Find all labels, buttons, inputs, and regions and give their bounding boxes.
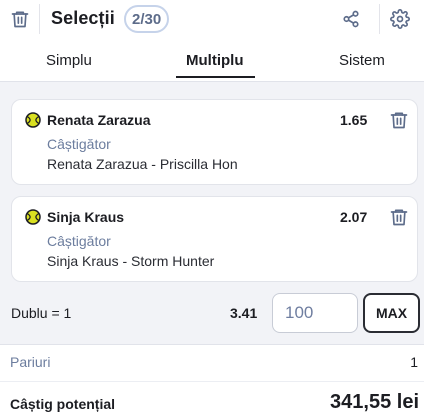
- potential-win-value: 341,55 lei: [330, 391, 419, 413]
- selection-odds: 2.07: [340, 209, 368, 225]
- potential-win-label: Câștig potențial: [10, 396, 116, 412]
- selection-card: Sinja Kraus 2.07 Câștigător Sinja Kraus …: [11, 196, 418, 282]
- selection-odds: 1.65: [340, 112, 368, 128]
- remove-selection-trash-icon[interactable]: [389, 207, 409, 227]
- selection-market: Câștigător: [47, 136, 111, 152]
- bet-type-tabs: Simplu Multiplu Sistem: [0, 38, 424, 82]
- tennis-ball-icon: [25, 112, 41, 128]
- selection-card: Renata Zarazua 1.65 Câștigător Renata Za…: [11, 99, 418, 185]
- stake-row: Dublu = 1 3.41 MAX: [0, 288, 424, 338]
- header-divider: [379, 4, 380, 34]
- bets-count-label: Pariuri: [10, 354, 51, 370]
- active-tab-indicator: [176, 76, 255, 78]
- bets-count-value: 1: [410, 354, 418, 370]
- selection-count-badge: 2/30: [124, 5, 170, 33]
- total-odds: 3.41: [230, 305, 258, 321]
- share-icon[interactable]: [340, 8, 362, 30]
- max-stake-button[interactable]: MAX: [363, 293, 420, 333]
- betslip-header: Selecții 2/30: [0, 0, 424, 38]
- trash-icon[interactable]: [9, 8, 31, 30]
- stake-input[interactable]: [272, 293, 358, 333]
- tennis-ball-icon: [25, 209, 41, 225]
- selection-player: Renata Zarazua: [47, 112, 151, 128]
- summary-divider: [0, 381, 424, 382]
- tabs-divider: [0, 81, 424, 82]
- bet-summary: Pariuri 1 Câștig potențial 341,55 lei: [0, 344, 424, 416]
- page-title: Selecții: [51, 8, 115, 28]
- bet-combination-label: Dublu = 1: [11, 305, 72, 321]
- selection-event: Renata Zarazua - Priscilla Hon: [47, 156, 238, 172]
- header-divider: [39, 4, 40, 34]
- selection-event: Sinja Kraus - Storm Hunter: [47, 253, 215, 269]
- tab-multiplu[interactable]: Multiplu: [186, 52, 243, 69]
- tab-simplu[interactable]: Simplu: [46, 52, 92, 69]
- gear-icon[interactable]: [389, 8, 411, 30]
- selection-player: Sinja Kraus: [47, 209, 125, 225]
- remove-selection-trash-icon[interactable]: [389, 110, 409, 130]
- selection-market: Câștigător: [47, 233, 111, 249]
- tab-sistem[interactable]: Sistem: [339, 52, 385, 69]
